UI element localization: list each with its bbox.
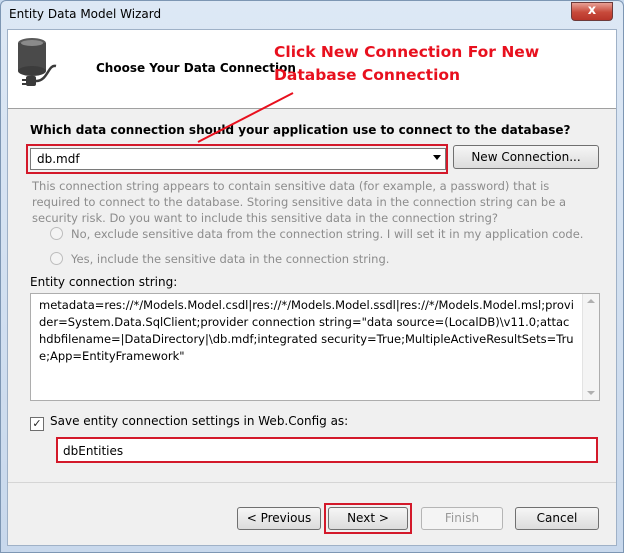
radio-button[interactable]	[50, 227, 63, 240]
radio-include-sensitive[interactable]: Yes, include the sensitive data in the c…	[50, 252, 389, 266]
page-title: Choose Your Data Connection	[96, 61, 296, 75]
wizard-client-area: Choose Your Data Connection Click New Co…	[7, 29, 617, 546]
entity-connection-textbox[interactable]: metadata=res://*/Models.Model.csdl|res:/…	[30, 293, 600, 401]
entities-name-value: dbEntities	[63, 444, 124, 458]
entities-name-input[interactable]: dbEntities	[56, 437, 598, 463]
next-highlight-box	[324, 503, 412, 534]
sensitive-data-note: This connection string appears to contai…	[32, 179, 566, 225]
radio-button[interactable]	[50, 252, 63, 265]
window-title: Entity Data Model Wizard	[9, 7, 162, 21]
radio-include-label: Yes, include the sensitive data in the c…	[71, 252, 390, 266]
annotation-text: Click New Connection For New Database Co…	[274, 43, 540, 84]
close-button[interactable]: x	[571, 2, 613, 21]
cancel-button[interactable]: Cancel	[515, 507, 599, 530]
footer-divider	[8, 482, 616, 483]
previous-button[interactable]: < Previous	[237, 507, 321, 530]
radio-exclude-sensitive[interactable]: No, exclude sensitive data from the conn…	[50, 227, 583, 241]
wizard-window: Entity Data Model Wizard x Choose Your D…	[0, 0, 624, 553]
finish-button[interactable]: Finish	[421, 507, 503, 530]
save-settings-checkbox[interactable]: ✓	[30, 417, 44, 431]
new-connection-button[interactable]: New Connection...	[453, 145, 599, 169]
save-settings-row[interactable]: ✓ Save entity connection settings in Web.…	[30, 414, 348, 431]
radio-exclude-label: No, exclude sensitive data from the conn…	[71, 227, 584, 241]
entity-connection-value: metadata=res://*/Models.Model.csdl|res:/…	[39, 298, 574, 363]
save-settings-label: Save entity connection settings in Web.C…	[50, 414, 349, 428]
close-icon: x	[587, 3, 597, 18]
scroll-up-icon[interactable]	[587, 299, 595, 303]
connection-question-label: Which data connection should your applic…	[30, 123, 571, 137]
vertical-scrollbar[interactable]	[582, 294, 599, 400]
title-bar[interactable]: Entity Data Model Wizard x	[1, 1, 623, 29]
entity-connection-label: Entity connection string:	[30, 275, 178, 289]
database-plug-icon	[18, 38, 57, 86]
dropdown-highlight-box	[26, 144, 448, 174]
scroll-down-icon[interactable]	[587, 391, 595, 395]
